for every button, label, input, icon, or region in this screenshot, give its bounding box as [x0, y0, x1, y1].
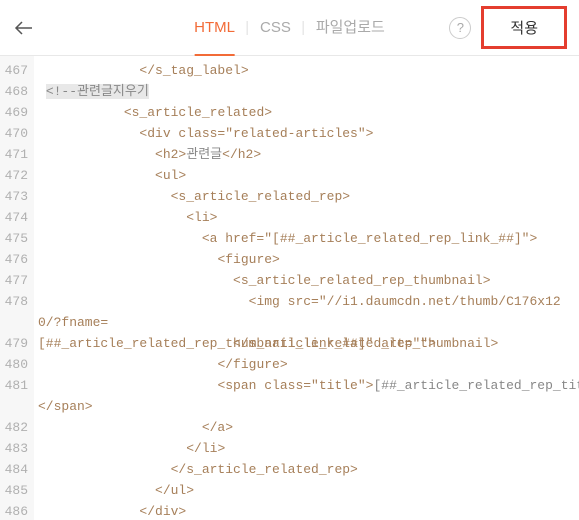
header-right: ? 적용 [449, 6, 567, 49]
help-button[interactable]: ? [449, 17, 471, 39]
back-arrow-icon [14, 20, 34, 36]
editor-header: HTML CSS 파일업로드 ? 적용 [0, 0, 579, 56]
tab-html[interactable]: HTML [182, 0, 247, 56]
code-area[interactable]: </s_tag_label> <!--관련글지우기 <s_article_rel… [34, 56, 579, 520]
tab-css[interactable]: CSS [248, 0, 303, 56]
tab-file-upload[interactable]: 파일업로드 [304, 0, 397, 56]
back-button[interactable] [12, 16, 36, 40]
tab-bar: HTML CSS 파일업로드 [182, 0, 397, 56]
line-gutter: 4674684694704714724734744754764774784794… [0, 56, 34, 520]
code-editor[interactable]: 4674684694704714724734744754764774784794… [0, 56, 579, 520]
apply-button[interactable]: 적용 [481, 6, 567, 49]
